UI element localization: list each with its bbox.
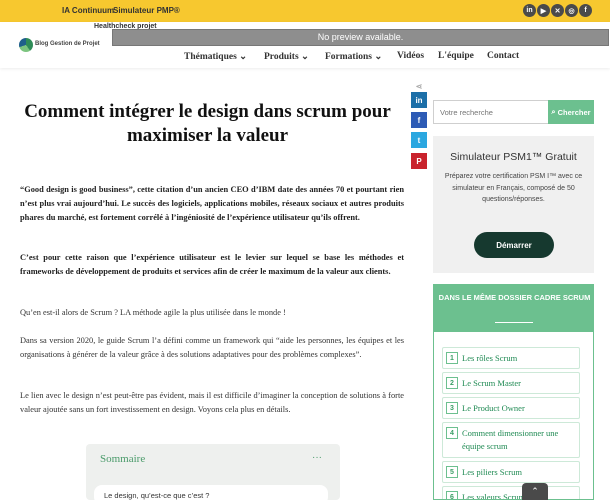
simulator-title: Simulateur PSM1™ Gratuit [450, 151, 577, 163]
chevron-down-icon: ⌄ [301, 52, 310, 62]
item-number: 5 [446, 466, 458, 478]
nav-item-formations[interactable]: Formations ⌄ [325, 51, 382, 62]
search-input[interactable] [433, 100, 549, 124]
chevron-up-icon: ⌃ [531, 486, 539, 496]
linkedin-share-icon[interactable]: in [411, 92, 427, 108]
table-of-contents: Sommaire ··· Le design, qu’est-ce que c’… [86, 444, 340, 500]
nav-item-produits[interactable]: Produits ⌄ [264, 51, 309, 62]
search-icon: ⌕ [551, 107, 556, 116]
article-paragraph: Qu’en est-il alors de Scrum ? LA méthode… [20, 308, 286, 317]
item-number: 4 [446, 427, 458, 439]
start-button[interactable]: Démarrer [474, 232, 554, 258]
article-paragraph: Dans sa version 2020, le guide Scrum l’a… [20, 336, 404, 359]
dossier-item[interactable]: 4 Comment dimensionner une équipe scrum [442, 422, 580, 458]
toc-title: Sommaire [100, 453, 146, 465]
toc-item[interactable]: Le design, qu’est-ce que c’est ? [94, 485, 328, 500]
article-paragraph: C’est pour cette raison que l’expérience… [20, 253, 404, 276]
dossier-item[interactable]: 6 Les valeurs Scrum [442, 486, 580, 499]
logo-text[interactable]: Blog Gestion de Projet [35, 41, 100, 47]
nav-item-contact[interactable]: Contact [487, 51, 519, 61]
item-number: 2 [446, 377, 458, 389]
related-dossier: DANS LE MÊME DOSSIER CADRE SCRUM 1 Les rô… [433, 284, 594, 500]
youtube-icon[interactable]: ▶ [537, 4, 550, 17]
dossier-item[interactable]: 5 Les piliers Scrum [442, 461, 580, 483]
nav-item-videos[interactable]: Vidéos [397, 51, 424, 61]
twitter-share-icon[interactable]: t [411, 132, 427, 148]
dossier-item[interactable]: 1 Les rôles Scrum [442, 347, 580, 369]
article-title: Comment intégrer le design dans scrum po… [24, 101, 391, 146]
facebook-icon[interactable]: f [579, 4, 592, 17]
dossier-item-label[interactable]: Les piliers Scrum [462, 466, 522, 479]
dossier-item-label[interactable]: Le Scrum Master [462, 377, 521, 390]
chevron-down-icon: ⌄ [239, 52, 248, 62]
item-number: 1 [446, 352, 458, 364]
topbar-link-ia-continuum[interactable]: IA Continuum [62, 6, 114, 15]
search-button-label: Chercher [557, 107, 591, 117]
dossier-item-label[interactable]: Le Product Owner [462, 402, 525, 415]
article-paragraph: Le lien avec le design n’est peut-être p… [20, 391, 404, 414]
dossier-item-label[interactable]: Les rôles Scrum [462, 352, 517, 365]
pinterest-share-icon[interactable]: P [411, 153, 427, 169]
preview-placeholder: No preview available. [112, 29, 609, 46]
search-button[interactable]: ⌕ Chercher [548, 100, 594, 124]
x-icon[interactable]: ✕ [551, 4, 564, 17]
item-number: 3 [446, 402, 458, 414]
logo-icon[interactable] [19, 38, 33, 52]
article-paragraph: “Good design is good business”, cette ci… [20, 185, 404, 222]
heading-underline [495, 322, 533, 323]
nav-item-thematiques[interactable]: Thématiques ⌄ [184, 51, 247, 62]
facebook-share-icon[interactable]: f [411, 112, 427, 128]
item-number: 6 [446, 491, 458, 499]
top-bar: IA Continuum Simulateur PMP® in ▶ ✕ ◎ f [0, 0, 610, 22]
simulator-description: Préparez votre certification PSM I™ avec… [444, 173, 583, 203]
dossier-item-label[interactable]: Les valeurs Scrum [462, 491, 525, 499]
dossier-header: DANS LE MÊME DOSSIER CADRE SCRUM [434, 285, 593, 332]
toc-toggle-icon[interactable]: ··· [312, 452, 322, 463]
dossier-item-label[interactable]: Comment dimensionner une équipe scrum [462, 427, 577, 453]
dossier-heading: DANS LE MÊME DOSSIER CADRE SCRUM [438, 293, 591, 302]
linkedin-icon[interactable]: in [523, 4, 536, 17]
instagram-icon[interactable]: ◎ [565, 4, 578, 17]
dossier-item[interactable]: 2 Le Scrum Master [442, 372, 580, 394]
simulator-card: Simulateur PSM1™ Gratuit Préparez votre … [433, 136, 594, 273]
scroll-to-top-button[interactable]: ⌃ [522, 483, 548, 500]
topbar-link-simulateur-pmp[interactable]: Simulateur PMP® [113, 6, 180, 15]
nav-item-equipe[interactable]: L'équipe [438, 51, 474, 61]
chevron-down-icon: ⌄ [374, 52, 383, 62]
dossier-item[interactable]: 3 Le Product Owner [442, 397, 580, 419]
